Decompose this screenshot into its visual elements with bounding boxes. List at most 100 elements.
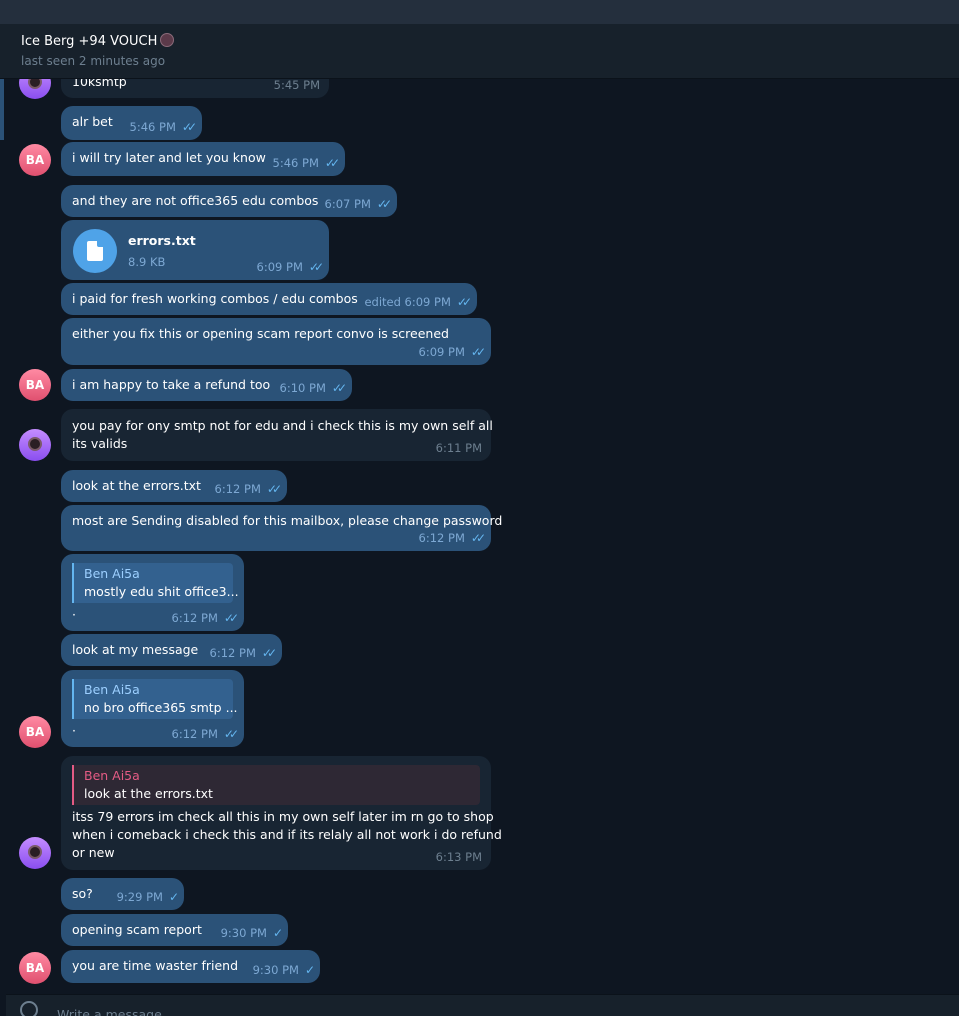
- message-outgoing[interactable]: so? 9:29 PM ✓: [61, 878, 184, 910]
- quoted-reply[interactable]: Ben Ai5a no bro office365 smtp ...: [72, 679, 238, 719]
- message-meta: edited 6:09 PM ✓✓: [364, 295, 472, 309]
- message-outgoing[interactable]: you are time waster friend 9:30 PM ✓: [61, 950, 320, 983]
- quoted-reply[interactable]: Ben Ai5a look at the errors.txt: [72, 765, 480, 805]
- message-text: opening scam report: [72, 922, 202, 937]
- double-check-icon: ✓✓: [181, 120, 197, 134]
- message-meta: 6:09 PM ✓✓: [256, 260, 325, 274]
- message-time: 5:46 PM: [129, 120, 176, 134]
- ninja-emoji-icon: [160, 33, 175, 47]
- double-check-icon: ✓✓: [324, 156, 340, 170]
- message-line: you pay for ony smtp not for edu and i c…: [72, 418, 493, 433]
- message-line: or new: [72, 845, 115, 860]
- quoted-reply[interactable]: Ben Ai5a mostly edu shit office3...: [72, 563, 239, 603]
- double-check-icon: ✓✓: [223, 727, 239, 741]
- message-text: look at my message: [72, 642, 199, 657]
- reply-author: Ben Ai5a: [84, 682, 140, 697]
- message-meta: 9:30 PM ✓: [220, 926, 283, 940]
- message-outgoing[interactable]: i am happy to take a refund too 6:10 PM ✓…: [61, 369, 352, 401]
- file-size: 8.9 KB: [128, 255, 166, 269]
- message-composer[interactable]: Write a message...: [6, 994, 959, 1016]
- message-time: 9:29 PM: [116, 890, 163, 904]
- double-check-icon: ✓✓: [470, 345, 486, 359]
- last-seen-status: last seen 2 minutes ago: [21, 54, 166, 68]
- chat-title[interactable]: Ice Berg +94 VOUCH: [21, 33, 175, 49]
- file-message[interactable]: errors.txt 8.9 KB 6:09 PM ✓✓: [61, 220, 329, 280]
- message-outgoing[interactable]: either you fix this or opening scam repo…: [61, 318, 491, 365]
- window-top-strip: [0, 0, 959, 24]
- double-check-icon: ✓✓: [261, 646, 277, 660]
- chat-header[interactable]: Ice Berg +94 VOUCH last seen 2 minutes a…: [0, 24, 959, 79]
- message-time: 9:30 PM: [220, 926, 267, 940]
- message-input[interactable]: Write a message...: [57, 1007, 174, 1016]
- message-meta: 6:07 PM ✓✓: [325, 197, 393, 211]
- attach-icon[interactable]: [20, 1001, 38, 1016]
- message-time: 6:12 PM: [214, 482, 261, 496]
- reply-message[interactable]: Ben Ai5a mostly edu shit office3... · 6:…: [61, 554, 244, 631]
- message-time: 6:09 PM: [256, 260, 303, 274]
- avatar-ice-berg[interactable]: [19, 429, 51, 461]
- chat-title-text: Ice Berg +94 VOUCH: [21, 34, 158, 49]
- message-text: i paid for fresh working combos / edu co…: [72, 291, 358, 306]
- check-icon: ✓: [272, 926, 283, 940]
- message-meta: 5:46 PM ✓✓: [129, 120, 198, 134]
- message-line: when i comeback i check this and if its …: [72, 827, 502, 842]
- message-outgoing[interactable]: look at the errors.txt 6:12 PM ✓✓: [61, 470, 287, 502]
- reply-snippet: no bro office365 smtp ...: [84, 700, 238, 715]
- message-time: 5:45 PM: [273, 79, 320, 92]
- message-meta: 6:12 PM ✓✓: [419, 531, 487, 545]
- message-time: 6:13 PM: [435, 850, 482, 864]
- message-outgoing[interactable]: i paid for fresh working combos / edu co…: [61, 283, 477, 315]
- reply-author: Ben Ai5a: [84, 566, 140, 581]
- avatar-ben[interactable]: BA: [19, 716, 51, 748]
- double-check-icon: ✓✓: [331, 381, 347, 395]
- file-icon: [87, 241, 103, 261]
- message-time: 6:12 PM: [209, 646, 256, 660]
- reply-message-incoming[interactable]: Ben Ai5a look at the errors.txt itss 79 …: [61, 756, 502, 870]
- avatar-ben[interactable]: BA: [19, 144, 51, 176]
- reply-message[interactable]: Ben Ai5a no bro office365 smtp ... · 6:1…: [61, 670, 244, 747]
- message-meta: 9:30 PM ✓: [252, 963, 315, 977]
- double-check-icon: ✓✓: [376, 197, 392, 211]
- file-download-button[interactable]: [73, 229, 117, 273]
- message-incoming[interactable]: 10ksmtp 5:45 PM: [61, 79, 329, 98]
- avatar-ice-berg[interactable]: [19, 837, 51, 869]
- message-line: itss 79 errors im check all this in my o…: [72, 809, 494, 824]
- message-outgoing[interactable]: most are Sending disabled for this mailb…: [61, 505, 502, 551]
- message-time: 6:11 PM: [435, 441, 482, 455]
- message-text: alr bet: [72, 114, 113, 129]
- message-time: 9:30 PM: [252, 963, 299, 977]
- double-check-icon: ✓✓: [308, 260, 324, 274]
- check-icon: ✓: [168, 890, 179, 904]
- message-meta: 9:29 PM ✓: [116, 890, 179, 904]
- reply-snippet: look at the errors.txt: [84, 786, 213, 801]
- message-meta: 6:12 PM ✓✓: [171, 611, 240, 625]
- message-meta: 6:10 PM ✓✓: [279, 381, 348, 395]
- ninja-avatar-icon: [28, 437, 42, 451]
- message-outgoing[interactable]: i will try later and let you know 5:46 P…: [61, 142, 345, 176]
- message-text: most are Sending disabled for this mailb…: [72, 513, 503, 528]
- double-check-icon: ✓✓: [266, 482, 282, 496]
- double-check-icon: ✓✓: [223, 611, 239, 625]
- message-time: 6:10 PM: [279, 381, 326, 395]
- message-time: 6:12 PM: [171, 611, 218, 625]
- message-outgoing[interactable]: alr bet 5:46 PM ✓✓: [61, 106, 202, 140]
- message-time: 5:46 PM: [272, 156, 319, 170]
- message-text: you pay for ony smtp not for edu and i c…: [72, 417, 493, 453]
- message-outgoing[interactable]: look at my message 6:12 PM ✓✓: [61, 634, 282, 666]
- reply-author: Ben Ai5a: [84, 768, 140, 783]
- message-list[interactable]: 10ksmtp 5:45 PM alr bet 5:46 PM ✓✓ BA i w…: [0, 79, 959, 992]
- message-outgoing[interactable]: and they are not office365 edu combos 6:…: [61, 185, 397, 217]
- avatar-ice-berg[interactable]: [19, 79, 51, 99]
- ninja-avatar-icon: [28, 79, 42, 89]
- message-meta: 6:09 PM ✓✓: [419, 345, 487, 359]
- message-meta: 6:12 PM ✓✓: [214, 482, 283, 496]
- message-text: 10ksmtp: [72, 79, 127, 89]
- avatar-ben[interactable]: BA: [19, 369, 51, 401]
- message-outgoing[interactable]: opening scam report 9:30 PM ✓: [61, 914, 288, 946]
- avatar-ben[interactable]: BA: [19, 952, 51, 984]
- ninja-avatar-icon: [28, 845, 42, 859]
- check-icon: ✓: [304, 963, 315, 977]
- message-incoming[interactable]: you pay for ony smtp not for edu and i c…: [61, 409, 493, 461]
- message-text: ·: [72, 607, 76, 622]
- message-text: i will try later and let you know: [72, 150, 266, 165]
